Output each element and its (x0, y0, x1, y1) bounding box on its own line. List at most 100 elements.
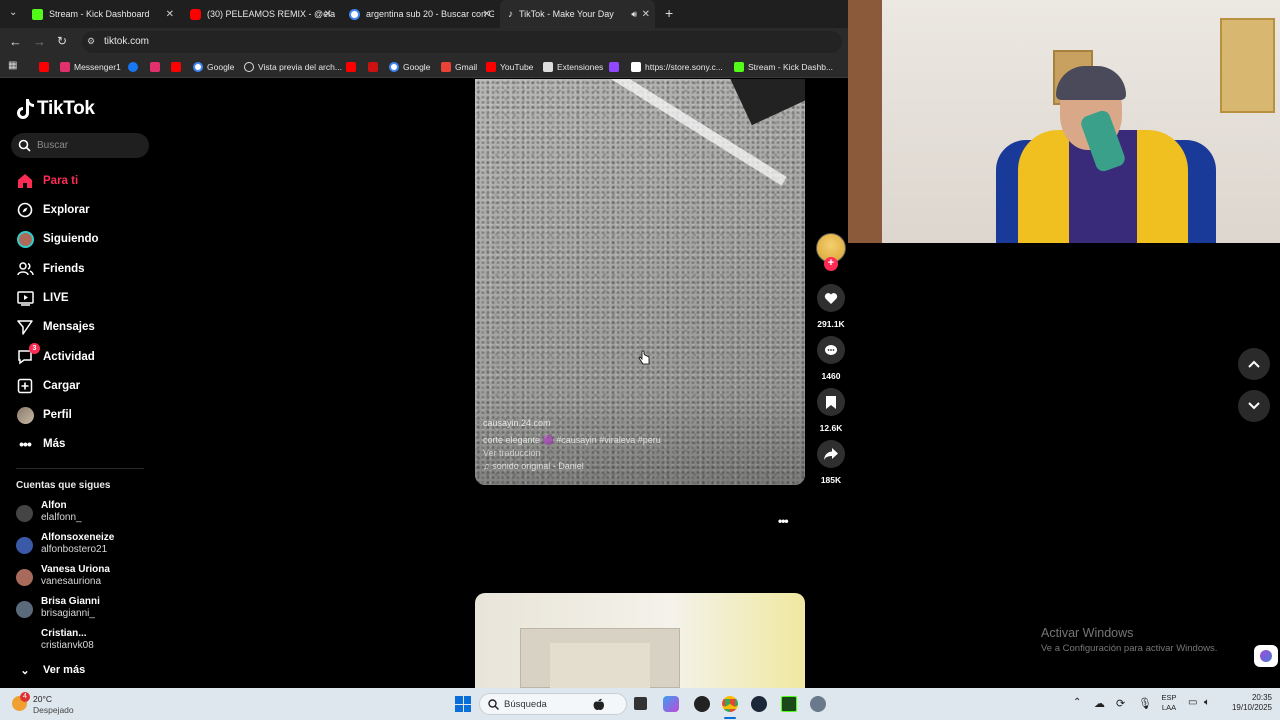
back-icon[interactable]: ← (9, 34, 22, 49)
next-video-button[interactable] (1238, 390, 1270, 422)
nav-label: Friends (43, 263, 85, 275)
nav-explorar[interactable]: Explorar (16, 199, 90, 221)
save-button[interactable] (817, 388, 845, 416)
bookmark-item[interactable] (39, 60, 53, 74)
activity-badge: 3 (29, 343, 40, 354)
network-icon[interactable]: ▭ (1188, 697, 1197, 708)
activity-icon: 3 (16, 343, 40, 366)
see-more-button[interactable]: ⌄ Ver más (16, 659, 85, 681)
avatar (16, 601, 33, 618)
bookmark-gmail[interactable]: Gmail (441, 60, 477, 74)
taskbar: 4 20°C Despejado Búsqueda 🍎︎ ⌃ ☁︎ ⟳ 🎙︎ E… (0, 688, 1280, 720)
nav-siguiendo[interactable]: Siguiendo (16, 228, 99, 250)
app-icon[interactable] (694, 696, 710, 712)
clock[interactable]: 20:35 19/10/2025 (1222, 693, 1272, 713)
nav-friends[interactable]: Friends (16, 258, 85, 280)
address-bar[interactable]: ⚙︎ tiktok.com (82, 31, 842, 53)
video-caption[interactable]: corte elegante 🟣 #causayin #viraleva #pe… (483, 435, 661, 446)
tab-tiktok[interactable]: ♪ TikTok - Make Your Day 🔊︎ ✕ (500, 0, 655, 28)
sync-icon[interactable]: ⟳ (1116, 697, 1125, 710)
bookmark-red[interactable] (368, 60, 382, 74)
nav-cargar[interactable]: Cargar (16, 375, 80, 397)
bookmark-youtube-2[interactable] (346, 60, 360, 74)
language-indicator[interactable]: ESP LAA (1158, 693, 1180, 713)
speaker-icon[interactable]: 🔊︎ (631, 9, 637, 20)
tab-google-search[interactable]: argentina sub 20 - Buscar con G ✕ (349, 0, 494, 28)
bookmark-messenger[interactable]: Messenger1 (60, 60, 121, 74)
tab-kick-dashboard[interactable]: Stream - Kick Dashboard ✕ (32, 0, 177, 28)
like-count: 291.1K (817, 319, 845, 329)
tab-youtube[interactable]: (30) PELEAMOS REMIX - @elag ✕ (190, 0, 335, 28)
steam-icon[interactable] (751, 696, 767, 712)
close-tab-icon[interactable]: ✕ (166, 9, 174, 20)
bookmark-youtube-3[interactable]: YouTube (486, 60, 533, 74)
tiktok-logo[interactable]: TikTok (16, 98, 95, 120)
close-tab-icon[interactable]: ✕ (642, 9, 650, 20)
nav-label: Explorar (43, 204, 90, 216)
kick-icon (734, 62, 744, 72)
previous-video-button[interactable] (1238, 348, 1270, 380)
bookmark-instagram[interactable] (150, 60, 164, 74)
nav-label: LIVE (43, 292, 69, 304)
microphone-icon[interactable]: 🎙︎ (1138, 697, 1152, 710)
globe-icon (244, 62, 254, 72)
comment-icon (825, 344, 837, 355)
app-green-icon[interactable] (781, 696, 797, 712)
onedrive-icon[interactable]: ☁︎ (1094, 697, 1105, 710)
more-options-icon[interactable]: ••• (778, 514, 789, 528)
bookmark-youtube[interactable] (171, 60, 185, 74)
bookmark-vista-previa[interactable]: Vista previa del arch... (244, 60, 342, 74)
like-button[interactable] (817, 284, 845, 312)
settings-icon[interactable] (810, 696, 826, 712)
volume-icon[interactable]: 🔈︎ (1204, 697, 1210, 708)
comment-button[interactable] (817, 336, 845, 364)
webcam-door (848, 0, 882, 243)
video-player[interactable]: causayin.24.com corte elegante 🟣 #causay… (475, 79, 805, 485)
chrome-icon[interactable] (722, 696, 738, 712)
nav-actividad[interactable]: 3 Actividad (16, 343, 95, 368)
search-input[interactable]: Buscar (37, 140, 68, 151)
bookmark-kick[interactable]: Stream - Kick Dashb... (734, 60, 833, 74)
taskbar-search[interactable]: Búsqueda 🍎︎ (479, 693, 627, 715)
nav-para-ti[interactable]: Para ti (16, 170, 78, 192)
copilot-float-icon[interactable] (1254, 645, 1278, 667)
video-shadow-corner (726, 79, 805, 126)
avatar (16, 633, 33, 650)
nav-live[interactable]: LIVE (16, 287, 69, 309)
chrome-active-indicator (724, 717, 736, 719)
nav-perfil[interactable]: Perfil (16, 404, 72, 426)
search-box[interactable]: Buscar (11, 133, 149, 158)
copilot-icon[interactable] (663, 696, 679, 712)
apps-grid-icon[interactable]: ▦ (8, 60, 17, 71)
nav-mas[interactable]: ••• Más (16, 433, 65, 455)
start-button[interactable] (455, 696, 471, 712)
tiktok-note-icon (17, 99, 34, 119)
bookmarks-bar: ▦ Messenger1 Google Vista previa del arc… (0, 56, 848, 78)
bookmark-google[interactable]: Google (193, 60, 234, 74)
new-tab-icon[interactable]: + (665, 5, 673, 21)
nav-label: Para ti (43, 175, 79, 187)
site-info-icon[interactable]: ⚙︎ (87, 36, 95, 47)
webcam-person-cap (1056, 66, 1126, 100)
share-button[interactable] (817, 440, 845, 468)
nav-mensajes[interactable]: Mensajes (16, 316, 95, 338)
reload-icon[interactable]: ↻ (57, 34, 67, 48)
translation-link[interactable]: Ver traducción (483, 448, 541, 458)
next-video-preview[interactable] (475, 593, 805, 688)
follow-plus-button[interactable]: + (824, 257, 838, 271)
sound-link[interactable]: ♫ sonido original - Daniel (483, 461, 584, 471)
bookmark-google-2[interactable]: Google (389, 60, 430, 74)
forward-icon[interactable]: → (33, 34, 46, 49)
tray-chevron-up-icon[interactable]: ⌃ (1073, 697, 1081, 708)
bookmark-sony-store[interactable]: https://store.sony.c... (631, 60, 723, 74)
bookmark-extensiones[interactable]: Extensiones (543, 60, 603, 74)
bookmark-facebook[interactable] (128, 60, 142, 74)
messages-icon (16, 318, 34, 336)
close-tab-icon[interactable]: ✕ (483, 9, 491, 20)
following-avatar-icon (16, 230, 34, 248)
tab-list-chevron-icon[interactable]: ⌄ (9, 7, 17, 18)
task-view-icon[interactable] (634, 697, 647, 710)
close-tab-icon[interactable]: ✕ (324, 9, 332, 20)
weather-widget[interactable]: 4 20°C Despejado (12, 692, 92, 716)
bookmark-twitch[interactable] (609, 60, 623, 74)
